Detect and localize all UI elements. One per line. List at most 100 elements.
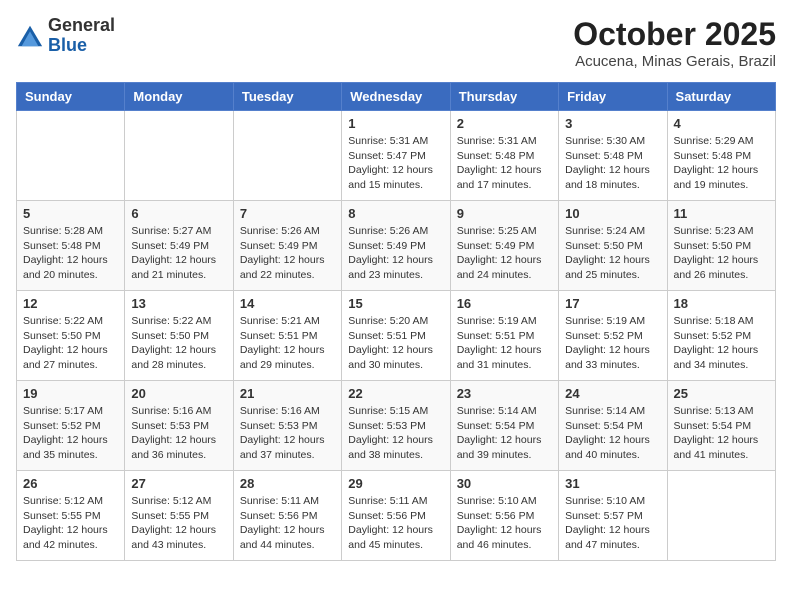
day-info: Sunrise: 5:30 AMSunset: 5:48 PMDaylight:… [565,134,660,193]
calendar-day-cell: 23 Sunrise: 5:14 AMSunset: 5:54 PMDayligh… [450,381,558,471]
day-info: Sunrise: 5:17 AMSunset: 5:52 PMDaylight:… [23,404,118,463]
day-number: 27 [131,476,226,491]
day-number: 13 [131,296,226,311]
day-number: 3 [565,116,660,131]
day-number: 10 [565,206,660,221]
day-number: 4 [674,116,769,131]
day-number: 5 [23,206,118,221]
calendar-day-cell [125,111,233,201]
day-number: 24 [565,386,660,401]
day-info: Sunrise: 5:16 AMSunset: 5:53 PMDaylight:… [131,404,226,463]
calendar-day-cell: 16 Sunrise: 5:19 AMSunset: 5:51 PMDayligh… [450,291,558,381]
calendar-week-row: 19 Sunrise: 5:17 AMSunset: 5:52 PMDayligh… [17,381,776,471]
calendar-day-cell: 10Sunrise: 5:24 AMSunset: 5:50 PMDayligh… [559,201,667,291]
calendar-body: 1 Sunrise: 5:31 AMSunset: 5:47 PMDaylight… [17,111,776,561]
calendar-day-cell: 17 Sunrise: 5:19 AMSunset: 5:52 PMDayligh… [559,291,667,381]
calendar-day-cell: 28 Sunrise: 5:11 AMSunset: 5:56 PMDayligh… [233,471,341,561]
day-info: Sunrise: 5:18 AMSunset: 5:52 PMDaylight:… [674,314,769,373]
day-number: 18 [674,296,769,311]
calendar-day-cell: 13 Sunrise: 5:22 AMSunset: 5:50 PMDayligh… [125,291,233,381]
day-info: Sunrise: 5:25 AMSunset: 5:49 PMDaylight:… [457,224,552,283]
calendar-day-cell: 22 Sunrise: 5:15 AMSunset: 5:53 PMDayligh… [342,381,450,471]
title-area: October 2025 Acucena, Minas Gerais, Braz… [573,16,776,70]
day-info: Sunrise: 5:11 AMSunset: 5:56 PMDaylight:… [240,494,335,553]
calendar-day-cell: 4 Sunrise: 5:29 AMSunset: 5:48 PMDaylight… [667,111,775,201]
day-number: 8 [348,206,443,221]
day-number: 16 [457,296,552,311]
day-info: Sunrise: 5:28 AMSunset: 5:48 PMDaylight:… [23,224,118,283]
calendar-day-cell: 26 Sunrise: 5:12 AMSunset: 5:55 PMDayligh… [17,471,125,561]
calendar-week-row: 26 Sunrise: 5:12 AMSunset: 5:55 PMDayligh… [17,471,776,561]
calendar-day-cell: 3 Sunrise: 5:30 AMSunset: 5:48 PMDaylight… [559,111,667,201]
day-number: 6 [131,206,226,221]
page-header: General Blue October 2025 Acucena, Minas… [16,16,776,70]
calendar-day-cell: 15Sunrise: 5:20 AMSunset: 5:51 PMDayligh… [342,291,450,381]
day-number: 19 [23,386,118,401]
day-number: 17 [565,296,660,311]
day-info: Sunrise: 5:23 AMSunset: 5:50 PMDaylight:… [674,224,769,283]
calendar-day-cell: 7Sunrise: 5:26 AMSunset: 5:49 PMDaylight… [233,201,341,291]
day-of-week-header: Monday [125,83,233,111]
calendar-day-cell: 21Sunrise: 5:16 AMSunset: 5:53 PMDayligh… [233,381,341,471]
logo-icon [16,22,44,50]
calendar-day-cell: 5 Sunrise: 5:28 AMSunset: 5:48 PMDaylight… [17,201,125,291]
day-info: Sunrise: 5:31 AMSunset: 5:48 PMDaylight:… [457,134,552,193]
day-number: 9 [457,206,552,221]
day-of-week-header: Saturday [667,83,775,111]
day-info: Sunrise: 5:21 AMSunset: 5:51 PMDaylight:… [240,314,335,373]
calendar-week-row: 1 Sunrise: 5:31 AMSunset: 5:47 PMDaylight… [17,111,776,201]
day-info: Sunrise: 5:31 AMSunset: 5:47 PMDaylight:… [348,134,443,193]
calendar-day-cell [233,111,341,201]
day-of-week-header: Sunday [17,83,125,111]
day-info: Sunrise: 5:14 AMSunset: 5:54 PMDaylight:… [565,404,660,463]
day-info: Sunrise: 5:10 AMSunset: 5:56 PMDaylight:… [457,494,552,553]
calendar-week-row: 5 Sunrise: 5:28 AMSunset: 5:48 PMDaylight… [17,201,776,291]
calendar-day-cell: 24 Sunrise: 5:14 AMSunset: 5:54 PMDayligh… [559,381,667,471]
day-info: Sunrise: 5:26 AMSunset: 5:49 PMDaylight:… [348,224,443,283]
day-info: Sunrise: 5:14 AMSunset: 5:54 PMDaylight:… [457,404,552,463]
day-number: 22 [348,386,443,401]
calendar-day-cell: 1 Sunrise: 5:31 AMSunset: 5:47 PMDaylight… [342,111,450,201]
month-title: October 2025 [573,16,776,53]
day-info: Sunrise: 5:20 AMSunset: 5:51 PMDaylight:… [348,314,443,373]
day-info: Sunrise: 5:15 AMSunset: 5:53 PMDaylight:… [348,404,443,463]
calendar-day-cell: 30 Sunrise: 5:10 AMSunset: 5:56 PMDayligh… [450,471,558,561]
day-info: Sunrise: 5:22 AMSunset: 5:50 PMDaylight:… [23,314,118,373]
day-number: 23 [457,386,552,401]
calendar-day-cell: 19 Sunrise: 5:17 AMSunset: 5:52 PMDayligh… [17,381,125,471]
day-info: Sunrise: 5:19 AMSunset: 5:52 PMDaylight:… [565,314,660,373]
day-number: 1 [348,116,443,131]
day-info: Sunrise: 5:12 AMSunset: 5:55 PMDaylight:… [23,494,118,553]
day-number: 26 [23,476,118,491]
day-number: 29 [348,476,443,491]
day-number: 25 [674,386,769,401]
day-of-week-header: Thursday [450,83,558,111]
day-number: 28 [240,476,335,491]
day-of-week-header: Tuesday [233,83,341,111]
calendar-day-cell: 9 Sunrise: 5:25 AMSunset: 5:49 PMDaylight… [450,201,558,291]
day-info: Sunrise: 5:22 AMSunset: 5:50 PMDaylight:… [131,314,226,373]
calendar-day-cell: 14Sunrise: 5:21 AMSunset: 5:51 PMDayligh… [233,291,341,381]
day-number: 2 [457,116,552,131]
calendar-day-cell: 27 Sunrise: 5:12 AMSunset: 5:55 PMDayligh… [125,471,233,561]
calendar-day-cell: 29Sunrise: 5:11 AMSunset: 5:56 PMDayligh… [342,471,450,561]
calendar-day-cell: 12Sunrise: 5:22 AMSunset: 5:50 PMDayligh… [17,291,125,381]
calendar-day-cell: 2 Sunrise: 5:31 AMSunset: 5:48 PMDaylight… [450,111,558,201]
calendar-day-cell: 25 Sunrise: 5:13 AMSunset: 5:54 PMDayligh… [667,381,775,471]
location-subtitle: Acucena, Minas Gerais, Brazil [573,53,776,70]
day-info: Sunrise: 5:13 AMSunset: 5:54 PMDaylight:… [674,404,769,463]
day-of-week-header: Wednesday [342,83,450,111]
day-info: Sunrise: 5:12 AMSunset: 5:55 PMDaylight:… [131,494,226,553]
day-info: Sunrise: 5:27 AMSunset: 5:49 PMDaylight:… [131,224,226,283]
day-number: 30 [457,476,552,491]
day-number: 7 [240,206,335,221]
logo: General Blue [16,16,115,56]
calendar-week-row: 12Sunrise: 5:22 AMSunset: 5:50 PMDayligh… [17,291,776,381]
day-info: Sunrise: 5:29 AMSunset: 5:48 PMDaylight:… [674,134,769,193]
calendar-day-cell: 11Sunrise: 5:23 AMSunset: 5:50 PMDayligh… [667,201,775,291]
calendar-day-cell [17,111,125,201]
day-of-week-header: Friday [559,83,667,111]
logo-blue: Blue [48,36,115,56]
calendar-header: SundayMondayTuesdayWednesdayThursdayFrid… [17,83,776,111]
day-info: Sunrise: 5:19 AMSunset: 5:51 PMDaylight:… [457,314,552,373]
